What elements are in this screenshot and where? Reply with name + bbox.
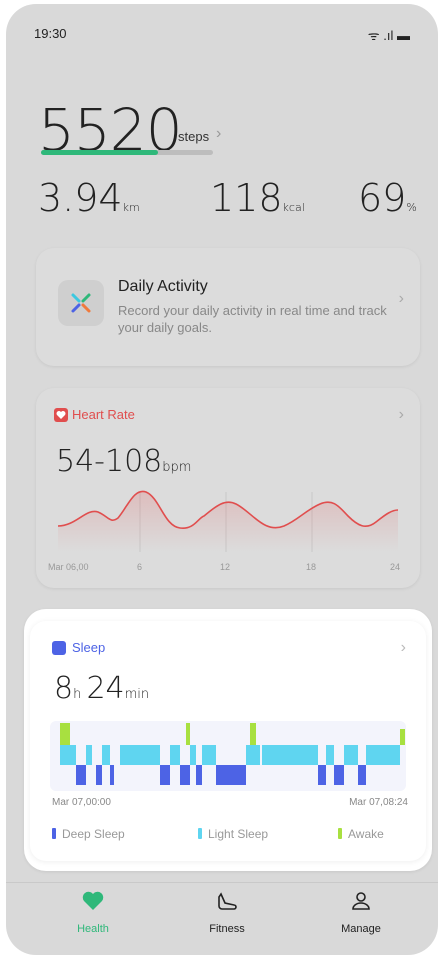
- sleep-bar-light: [102, 745, 110, 765]
- distance-metric: 3.94km: [38, 176, 140, 220]
- heart-icon: [43, 891, 143, 917]
- goal-percent-value: 69: [358, 176, 407, 220]
- heart-rate-value: 54-108bpm: [56, 444, 191, 479]
- sleep-bar-light: [326, 745, 334, 765]
- heart-rate-area: [58, 491, 398, 552]
- daily-activity-description: Record your daily activity in real time …: [118, 303, 387, 335]
- x-tick-label: 6: [137, 562, 142, 572]
- sleep-bar-light: [170, 745, 180, 765]
- legend-swatch: [338, 828, 342, 839]
- sleep-bar-deep: [334, 765, 344, 785]
- chevron-right-icon: ›: [398, 406, 404, 423]
- status-time: 19:30: [34, 26, 67, 41]
- sleep-bar-awake: [60, 723, 70, 745]
- sleep-minutes: 24: [86, 671, 125, 706]
- tab-manage[interactable]: Manage: [311, 891, 411, 935]
- legend-swatch: [52, 828, 56, 839]
- sleep-start-time: Mar 07,00:00: [52, 797, 111, 808]
- legend-swatch: [198, 828, 202, 839]
- sleep-bar-awake: [186, 723, 190, 745]
- sleep-bar-light: [246, 745, 260, 765]
- sleep-minutes-unit: min: [124, 687, 150, 702]
- tab-label: Fitness: [209, 923, 245, 935]
- sleep-bar-deep: [180, 765, 190, 785]
- sleep-stage-chart: [50, 721, 406, 791]
- heart-rate-card[interactable]: Heart Rate › 54-108bpm Mar 06,00 6 12 18…: [36, 388, 420, 588]
- chevron-right-icon: ›: [398, 290, 404, 307]
- sleep-bar-deep: [196, 765, 202, 785]
- goal-percent-metric: 69%: [358, 176, 417, 220]
- sleep-bar-awake: [250, 723, 256, 745]
- heart-icon: [54, 408, 68, 422]
- sleep-bar-light: [190, 745, 196, 765]
- heart-rate-chart: Mar 06,00 6 12 18 24: [48, 490, 400, 572]
- sleep-bar-light: [202, 745, 216, 765]
- sleep-hours: 8: [54, 671, 74, 706]
- shoe-icon: [177, 891, 277, 917]
- sleep-bar-deep: [216, 765, 246, 785]
- daily-activity-title: Daily Activity: [118, 278, 208, 295]
- sleep-bar-light: [366, 745, 400, 765]
- sleep-bar-deep: [160, 765, 170, 785]
- sleep-bar-deep: [358, 765, 366, 785]
- sleep-bar-deep: [110, 765, 114, 785]
- x-tick-label: 18: [306, 562, 316, 572]
- sleep-end-time: Mar 07,08:24: [349, 797, 408, 808]
- x-tick-label: Mar 06,00: [48, 562, 89, 572]
- heart-rate-unit: bpm: [162, 460, 192, 475]
- sleep-bar-deep: [318, 765, 326, 785]
- calories-value: 118: [210, 176, 283, 220]
- sleep-bar-light: [86, 745, 92, 765]
- bottom-tab-bar: Health Fitness Manage: [6, 882, 438, 955]
- heart-rate-range: 54-108: [56, 444, 163, 479]
- sleep-bar-deep: [76, 765, 86, 785]
- sleep-bar-deep: [96, 765, 102, 785]
- tab-label: Manage: [341, 923, 381, 935]
- person-icon: [311, 891, 411, 917]
- status-bar: 19:30 ᯤ .ıl ▬: [6, 4, 438, 64]
- sleep-bar-light: [120, 745, 160, 765]
- calories-unit: kcal: [282, 201, 305, 214]
- chevron-right-icon: ›: [216, 125, 222, 142]
- legend-deep-sleep: Deep Sleep: [52, 827, 125, 841]
- legend-label: Deep Sleep: [62, 827, 125, 841]
- sleep-bar-light: [344, 745, 358, 765]
- steps-unit: steps: [178, 129, 210, 144]
- phone-screen: 19:30 ᯤ .ıl ▬ 5520 steps › 3.94km 118kca…: [6, 4, 438, 955]
- daily-activity-card[interactable]: Daily Activity Record your daily activit…: [36, 248, 420, 366]
- x-tick-label: 24: [390, 562, 400, 572]
- tab-fitness[interactable]: Fitness: [177, 891, 277, 935]
- activity-icon: [58, 280, 104, 326]
- sleep-card[interactable]: Sleep › 8h 24min Mar 07,00:00 Mar 07,08:…: [30, 621, 426, 861]
- x-tick-label: 12: [220, 562, 230, 572]
- legend-label: Light Sleep: [208, 827, 269, 841]
- sleep-hours-unit: h: [73, 687, 82, 702]
- sleep-label: Sleep: [72, 640, 106, 655]
- sleep-icon: [52, 641, 66, 655]
- legend-awake: Awake: [338, 827, 384, 841]
- goal-percent-unit: %: [406, 201, 417, 214]
- distance-value: 3.94: [38, 176, 123, 220]
- sleep-bar-light: [262, 745, 318, 765]
- chevron-right-icon: ›: [400, 639, 406, 656]
- sleep-duration: 8h 24min: [54, 671, 149, 706]
- legend-light-sleep: Light Sleep: [198, 827, 268, 841]
- heart-rate-label: Heart Rate: [72, 407, 135, 422]
- tab-label: Health: [77, 923, 109, 935]
- sleep-bar-light: [60, 745, 76, 765]
- signal-battery-icon: ᯤ .ıl ▬: [367, 28, 410, 43]
- tab-health[interactable]: Health: [43, 891, 143, 935]
- legend-label: Awake: [348, 827, 384, 841]
- steps-progress-fill: [41, 150, 158, 155]
- sleep-bar-awake: [400, 729, 405, 745]
- steps-progress-bar: [41, 150, 213, 155]
- calories-metric: 118kcal: [210, 176, 305, 220]
- distance-unit: km: [122, 201, 140, 214]
